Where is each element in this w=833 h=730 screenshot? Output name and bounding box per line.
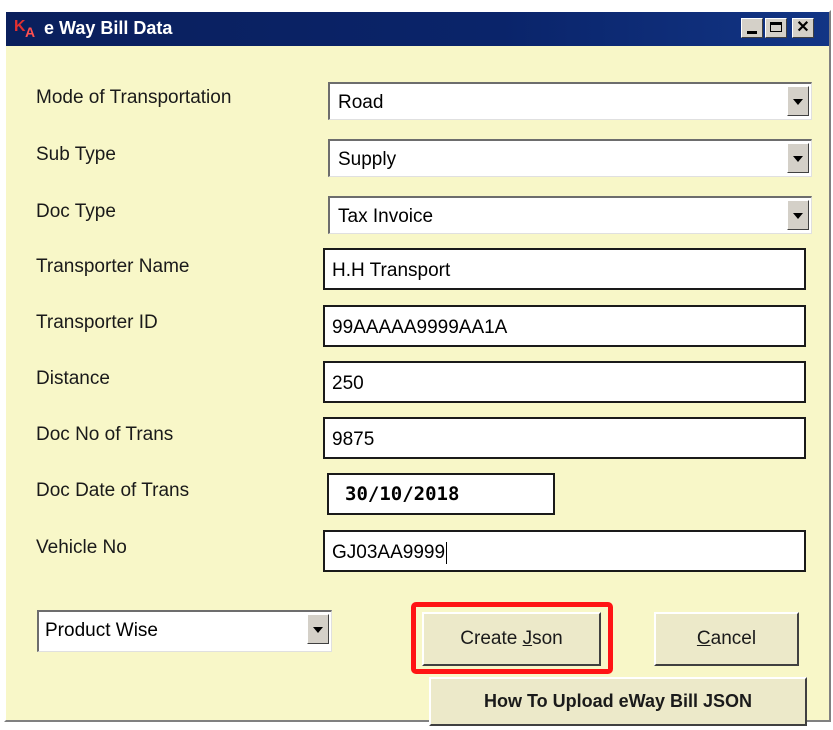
app-logo-icon: KA	[14, 18, 36, 40]
doc-no-of-trans-label: Doc No of Trans	[36, 424, 174, 445]
chevron-down-icon[interactable]	[307, 614, 329, 644]
transporter-id-value: 99AAAAA9999AA1A	[332, 317, 508, 338]
sub-type-label: Sub Type	[36, 144, 116, 165]
eway-bill-dialog: KA e Way Bill Data ✕ Mode of Transportat…	[4, 10, 831, 726]
create-json-label-suffix: son	[532, 628, 563, 649]
chevron-down-icon[interactable]	[787, 200, 809, 230]
doc-type-label: Doc Type	[36, 201, 116, 222]
cancel-label-suffix: ancel	[710, 628, 757, 649]
how-to-upload-button[interactable]: How To Upload eWay Bill JSON	[429, 677, 807, 726]
cancel-mnemonic: C	[696, 628, 711, 649]
transporter-name-input[interactable]: H.H Transport	[323, 248, 806, 290]
transporter-id-label: Transporter ID	[36, 312, 158, 333]
product-wise-select[interactable]: Product Wise	[37, 610, 332, 652]
doc-type-value: Tax Invoice	[338, 206, 434, 227]
chevron-down-icon[interactable]	[787, 86, 809, 116]
doc-no-of-trans-value: 9875	[332, 429, 375, 450]
transporter-name-label: Transporter Name	[36, 256, 190, 277]
vehicle-no-value: GJ03AA9999	[332, 542, 446, 564]
window-title: e Way Bill Data	[44, 18, 173, 38]
doc-type-select[interactable]: Tax Invoice	[328, 196, 812, 234]
maximize-button[interactable]	[765, 18, 787, 38]
minimize-button[interactable]	[741, 18, 763, 38]
mode-of-transportation-label: Mode of Transportation	[36, 87, 232, 108]
mode-of-transportation-value: Road	[338, 92, 384, 113]
doc-date-of-trans-input[interactable]: 30/10/2018	[327, 473, 555, 515]
create-json-mnemonic: J	[522, 628, 533, 649]
transporter-name-value: H.H Transport	[332, 260, 451, 281]
title-bar[interactable]: KA e Way Bill Data ✕	[6, 12, 829, 46]
chevron-down-icon[interactable]	[787, 143, 809, 173]
doc-date-of-trans-value: 30/10/2018	[345, 483, 460, 505]
cancel-button[interactable]: Cancel	[654, 612, 799, 666]
create-json-button[interactable]: Create Json	[422, 612, 601, 666]
sub-type-select[interactable]: Supply	[328, 139, 812, 177]
vehicle-no-input[interactable]: GJ03AA9999	[323, 530, 806, 572]
text-caret	[446, 542, 448, 564]
distance-input[interactable]: 250	[323, 361, 806, 403]
create-json-label-prefix: Create	[460, 628, 523, 649]
doc-date-of-trans-label: Doc Date of Trans	[36, 480, 190, 501]
sub-type-value: Supply	[338, 149, 397, 170]
transporter-id-input[interactable]: 99AAAAA9999AA1A	[323, 305, 806, 347]
vehicle-no-label: Vehicle No	[36, 537, 127, 558]
mode-of-transportation-select[interactable]: Road	[328, 82, 812, 120]
doc-no-of-trans-input[interactable]: 9875	[323, 417, 806, 459]
close-button[interactable]: ✕	[792, 18, 814, 38]
product-wise-value: Product Wise	[45, 620, 158, 641]
distance-value: 250	[332, 373, 364, 394]
distance-label: Distance	[36, 368, 110, 389]
